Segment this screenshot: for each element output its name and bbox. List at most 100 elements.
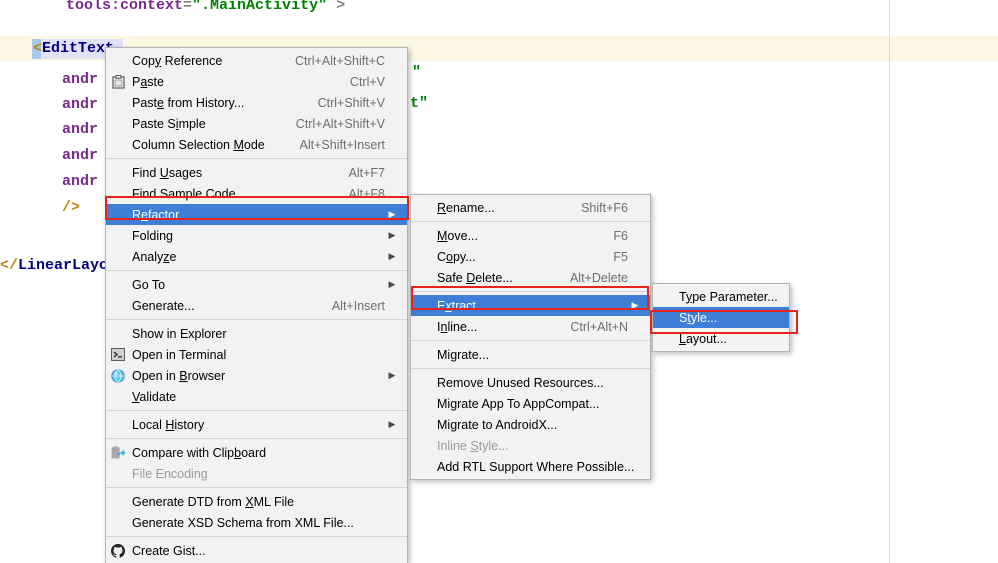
menu-item-add-rtl-support-where-possible[interactable]: Add RTL Support Where Possible... bbox=[411, 456, 650, 477]
menu-item-generate[interactable]: Generate...Alt+Insert bbox=[106, 295, 407, 316]
menu-item-go-to[interactable]: Go To▶ bbox=[106, 274, 407, 295]
chevron-right-icon: ▶ bbox=[385, 210, 399, 219]
editor-context-menu[interactable]: Copy ReferenceCtrl+Alt+Shift+CPasteCtrl+… bbox=[105, 47, 408, 563]
menu-item-label: Safe Delete... bbox=[435, 271, 544, 285]
menu-item-move[interactable]: Move...F6 bbox=[411, 225, 650, 246]
no-icon bbox=[411, 198, 435, 218]
menu-item-generate-dtd-from-xml-file[interactable]: Generate DTD from XML File bbox=[106, 491, 407, 512]
code-token: andr bbox=[62, 121, 98, 138]
code-token: = bbox=[183, 0, 192, 14]
menu-item-label: Inline Style... bbox=[435, 439, 602, 453]
terminal-icon bbox=[106, 345, 130, 365]
menu-item-shortcut: F5 bbox=[587, 250, 628, 264]
menu-item-validate[interactable]: Validate bbox=[106, 386, 407, 407]
code-token: andr bbox=[62, 96, 98, 113]
code-token: tools:context bbox=[66, 0, 183, 14]
menu-item-label: Paste bbox=[130, 75, 324, 89]
menu-item-rename[interactable]: Rename...Shift+F6 bbox=[411, 197, 650, 218]
chevron-right-icon: ▶ bbox=[385, 420, 399, 429]
no-icon bbox=[411, 457, 435, 477]
menu-item-file-encoding: File Encoding bbox=[106, 463, 407, 484]
menu-item-label: Validate bbox=[130, 390, 359, 404]
menu-item-migrate[interactable]: Migrate... bbox=[411, 344, 650, 365]
menu-item-generate-xsd-schema-from-xml-file[interactable]: Generate XSD Schema from XML File... bbox=[106, 512, 407, 533]
menu-item-safe-delete[interactable]: Safe Delete...Alt+Delete bbox=[411, 267, 650, 288]
no-icon bbox=[106, 296, 130, 316]
no-icon bbox=[411, 226, 435, 246]
clipboard-icon bbox=[106, 72, 130, 92]
menu-item-remove-unused-resources[interactable]: Remove Unused Resources... bbox=[411, 372, 650, 393]
menu-item-open-in-terminal[interactable]: Open in Terminal bbox=[106, 344, 407, 365]
menu-item-label: Find Usages bbox=[130, 166, 323, 180]
compare-icon bbox=[106, 443, 130, 463]
menu-item-paste-from-history[interactable]: Paste from History...Ctrl+Shift+V bbox=[106, 92, 407, 113]
menu-item-show-in-explorer[interactable]: Show in Explorer bbox=[106, 323, 407, 344]
menu-item-shortcut: Ctrl+Shift+V bbox=[292, 96, 385, 110]
menu-item-label: Move... bbox=[435, 229, 587, 243]
globe-icon bbox=[106, 366, 130, 386]
menu-item-shortcut: Alt+Insert bbox=[306, 299, 385, 313]
code-line: tools:context=".MainActivity" > bbox=[66, 0, 345, 15]
no-icon bbox=[411, 247, 435, 267]
no-icon bbox=[653, 287, 677, 307]
menu-item-folding[interactable]: Folding▶ bbox=[106, 225, 407, 246]
menu-item-compare-with-clipboard[interactable]: Compare with Clipboard bbox=[106, 442, 407, 463]
menu-item-style[interactable]: Style... bbox=[653, 307, 789, 328]
menu-item-label: Paste from History... bbox=[130, 96, 292, 110]
code-line: andr bbox=[62, 146, 98, 165]
menu-item-label: Style... bbox=[677, 311, 741, 325]
menu-item-analyze[interactable]: Analyze▶ bbox=[106, 246, 407, 267]
menu-item-refactor[interactable]: Refactor▶ bbox=[106, 204, 407, 225]
menu-item-label: Layout... bbox=[677, 332, 741, 346]
menu-item-shortcut: Ctrl+Alt+Shift+V bbox=[270, 117, 385, 131]
code-token: andr bbox=[62, 173, 98, 190]
no-icon bbox=[106, 51, 130, 71]
code-token: andr bbox=[62, 147, 98, 164]
menu-item-copy-reference[interactable]: Copy ReferenceCtrl+Alt+Shift+C bbox=[106, 50, 407, 71]
menu-item-create-gist[interactable]: Create Gist... bbox=[106, 540, 407, 561]
menu-item-migrate-to-androidx[interactable]: Migrate to AndroidX... bbox=[411, 414, 650, 435]
menu-item-open-in-browser[interactable]: Open in Browser▶ bbox=[106, 365, 407, 386]
menu-separator bbox=[106, 270, 407, 271]
menu-item-copy[interactable]: Copy...F5 bbox=[411, 246, 650, 267]
chevron-right-icon: ▶ bbox=[385, 371, 399, 380]
code-token: ".MainActivity" bbox=[192, 0, 327, 14]
menu-item-label: Extract bbox=[435, 299, 602, 313]
no-icon bbox=[411, 345, 435, 365]
chevron-right-icon: ▶ bbox=[385, 280, 399, 289]
menu-item-inline[interactable]: Inline...Ctrl+Alt+N bbox=[411, 316, 650, 337]
menu-item-type-parameter[interactable]: Type Parameter... bbox=[653, 286, 789, 307]
menu-item-find-usages[interactable]: Find UsagesAlt+F7 bbox=[106, 162, 407, 183]
no-icon bbox=[411, 394, 435, 414]
menu-item-column-selection-mode[interactable]: Column Selection ModeAlt+Shift+Insert bbox=[106, 134, 407, 155]
code-line: andr bbox=[62, 95, 98, 114]
menu-item-migrate-app-to-appcompat[interactable]: Migrate App To AppCompat... bbox=[411, 393, 650, 414]
menu-item-label: Migrate App To AppCompat... bbox=[435, 397, 602, 411]
right-margin-guide bbox=[889, 0, 890, 563]
extract-submenu[interactable]: Type Parameter... Style... Layout... bbox=[652, 283, 790, 352]
no-icon bbox=[106, 163, 130, 183]
menu-separator bbox=[106, 487, 407, 488]
menu-item-local-history[interactable]: Local History▶ bbox=[106, 414, 407, 435]
menu-item-label: Copy Reference bbox=[130, 54, 269, 68]
menu-item-paste[interactable]: PasteCtrl+V bbox=[106, 71, 407, 92]
menu-item-label: Type Parameter... bbox=[677, 290, 778, 304]
menu-item-layout[interactable]: Layout... bbox=[653, 328, 789, 349]
menu-item-shortcut: Alt+Shift+Insert bbox=[274, 138, 385, 152]
no-icon bbox=[106, 226, 130, 246]
menu-item-shortcut: Alt+F7 bbox=[323, 166, 385, 180]
menu-item-find-sample-code[interactable]: Find Sample CodeAlt+F8 bbox=[106, 183, 407, 204]
code-token: </ bbox=[0, 257, 18, 274]
no-icon bbox=[106, 184, 130, 204]
menu-item-shortcut: Ctrl+Alt+N bbox=[544, 320, 628, 334]
no-icon bbox=[106, 415, 130, 435]
menu-item-label: Inline... bbox=[435, 320, 544, 334]
menu-item-label: Compare with Clipboard bbox=[130, 446, 359, 460]
menu-item-label: Migrate to AndroidX... bbox=[435, 418, 602, 432]
menu-item-extract[interactable]: Extract▶ bbox=[411, 295, 650, 316]
refactor-submenu[interactable]: Rename...Shift+F6Move...F6Copy...F5Safe … bbox=[410, 194, 651, 480]
menu-item-label: Remove Unused Resources... bbox=[435, 376, 604, 390]
code-token: " bbox=[412, 63, 421, 82]
no-icon bbox=[106, 513, 130, 533]
menu-item-paste-simple[interactable]: Paste SimpleCtrl+Alt+Shift+V bbox=[106, 113, 407, 134]
